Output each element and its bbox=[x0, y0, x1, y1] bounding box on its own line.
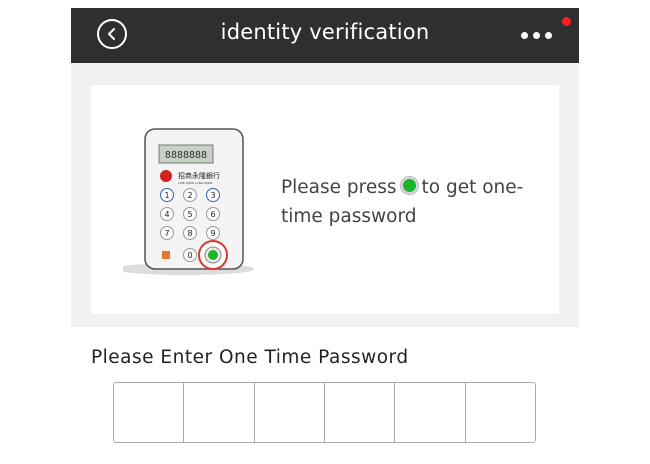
notification-dot bbox=[562, 17, 571, 26]
token-bank-name-en: CMB WING LUNG BANK bbox=[178, 181, 214, 185]
header-bar: identity verification bbox=[71, 8, 579, 63]
more-dot bbox=[533, 32, 540, 39]
more-horizontal-icon bbox=[521, 32, 528, 39]
token-key-label: 5 bbox=[187, 210, 192, 219]
token-key-label: 8 bbox=[187, 229, 192, 238]
token-key-label: 2 bbox=[187, 191, 192, 200]
token-display-text: 8888888 bbox=[165, 150, 207, 161]
token-key-label: 4 bbox=[164, 210, 169, 219]
token-key-label: 7 bbox=[164, 229, 169, 238]
otp-digit-cell[interactable] bbox=[184, 383, 255, 442]
otp-label: Please Enter One Time Password bbox=[91, 347, 409, 368]
otp-digit-cell[interactable] bbox=[254, 383, 325, 442]
token-key-label: 3 bbox=[210, 191, 215, 200]
otp-digit-cell[interactable] bbox=[465, 383, 535, 442]
token-key-label: 9 bbox=[210, 229, 215, 238]
security-token-illustration: 8888888 招商永隆銀行 CMB WING LUNG BANK 1 2 3 4 5 6… bbox=[123, 128, 253, 275]
instruction-text: Please press to get one-time password bbox=[281, 173, 551, 231]
otp-digit-cell[interactable] bbox=[114, 383, 185, 442]
green-button-icon bbox=[400, 177, 418, 194]
token-bank-name-cn: 招商永隆銀行 bbox=[178, 171, 220, 180]
phone-screen: identity verification 8888888 招商永隆銀行 CMB… bbox=[71, 8, 579, 464]
token-key-label: 6 bbox=[210, 210, 215, 219]
instruction-before: Please press bbox=[281, 177, 397, 198]
otp-input-group[interactable] bbox=[113, 382, 536, 443]
page-title: identity verification bbox=[220, 20, 430, 44]
otp-digit-cell[interactable] bbox=[324, 383, 396, 442]
token-key-label: 0 bbox=[187, 251, 192, 260]
more-dot bbox=[545, 32, 552, 39]
instruction-card: 8888888 招商永隆銀行 CMB WING LUNG BANK 1 2 3 4 5 6… bbox=[91, 85, 559, 314]
token-key-label: 1 bbox=[164, 191, 169, 200]
more-button[interactable] bbox=[521, 28, 555, 42]
otp-digit-cell[interactable] bbox=[395, 383, 466, 442]
